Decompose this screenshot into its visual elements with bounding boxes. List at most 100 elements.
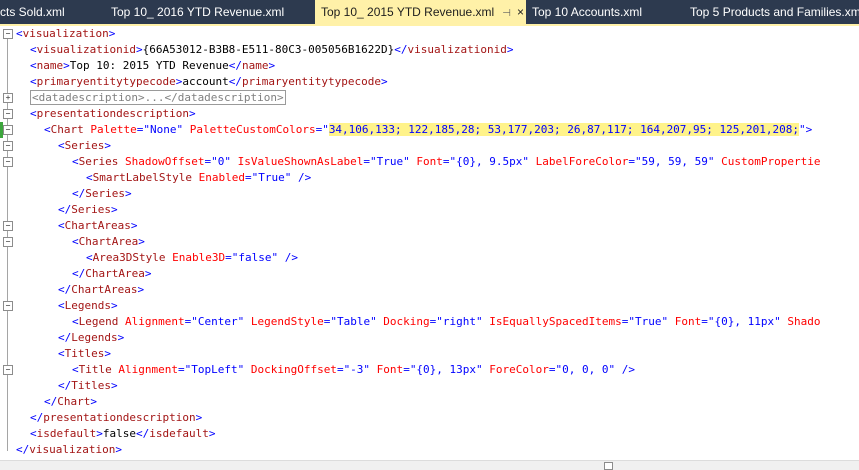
attr-name: CustomPropertie (714, 155, 821, 168)
bracket: > (805, 123, 813, 136)
tag-name: primaryentitytypecode (241, 75, 382, 88)
attr-name: ShadowOffset (118, 155, 205, 168)
bracket: </ (58, 331, 72, 344)
collapse-titles-icon[interactable]: − (3, 365, 13, 375)
pin-icon[interactable]: ⊣ (502, 2, 511, 24)
tag-name: Series (64, 139, 105, 152)
xml-editor[interactable]: − + − − − − − − − − <visualization> <vis… (0, 26, 859, 460)
bracket: < (44, 123, 51, 136)
tab-label: cts Sold.xml (0, 5, 65, 19)
attr-value: "0, 0, 0" (555, 363, 616, 376)
expand-datadescription-icon[interactable]: + (3, 93, 13, 103)
attr-value: "-3" (343, 363, 371, 376)
collapse-visualization-icon[interactable]: − (3, 29, 13, 39)
tag-name: ChartAreas (64, 219, 131, 232)
bracket: </ (16, 443, 30, 456)
attr-name: Alignment (111, 363, 178, 376)
tab-label: Top 10 Accounts.xml (532, 5, 643, 19)
attr-name: Enable3D (165, 251, 226, 264)
bracket: </ (72, 187, 86, 200)
code-line: </Legends> (58, 330, 124, 346)
equals: = (177, 363, 185, 376)
bracket: > (268, 59, 276, 72)
element-value: Top 10: 2015 YTD Revenue (69, 59, 229, 72)
code-line: <SmartLabelStyle Enabled="True" /> (86, 170, 311, 186)
bracket: > (144, 267, 152, 280)
bracket: < (58, 299, 65, 312)
bracket: < (30, 107, 37, 120)
tag-name: Area3DStyle (92, 251, 166, 264)
bracket: > (111, 203, 118, 216)
tag-name: visualization (22, 27, 109, 40)
tag-name: name (241, 59, 269, 72)
bracket: </ (394, 43, 408, 56)
tag-name: ChartArea (78, 235, 139, 248)
code-line: </Chart> (44, 394, 97, 410)
bracket: </ (72, 267, 86, 280)
tab-2016-ytd-revenue[interactable]: Top 10_ 2016 YTD Revenue.xml (111, 0, 284, 24)
highlighted-palette-value: 34,106,133; 122,185,28; 53,177,203; 26,8… (328, 123, 800, 136)
bracket: > (195, 411, 203, 424)
tab-2015-ytd-revenue[interactable]: Top 10_ 2015 YTD Revenue.xml ⊣ × (315, 0, 526, 24)
collapse-series-icon[interactable]: − (3, 141, 13, 151)
code-line: </ChartAreas> (58, 282, 144, 298)
tag-name: SmartLabelStyle (92, 171, 192, 184)
equals: = (225, 251, 232, 264)
tab-top-5-products-families[interactable]: Top 5 Products and Families.xml (690, 0, 859, 24)
bracket: < (86, 171, 93, 184)
tag-name: Title (78, 363, 112, 376)
bracket: </ (58, 379, 72, 392)
collapse-chartarea-icon[interactable]: − (3, 237, 13, 247)
code-line: </Series> (72, 186, 132, 202)
collapse-chart-icon[interactable]: − (3, 125, 13, 135)
bracket: </ (44, 395, 58, 408)
code-line: <Series ShadowOffset = "0" IsValueShownAsL… (72, 154, 820, 170)
code-line: </Series> (58, 202, 118, 218)
quote: " (322, 123, 329, 136)
attr-name: IsValueShownAsLabel (230, 155, 364, 168)
attr-name: Font (668, 315, 702, 328)
element-value: false (102, 427, 136, 440)
bracket: </ (228, 75, 242, 88)
tag-name: Legends (64, 299, 111, 312)
collapse-presentationdescription-icon[interactable]: − (3, 109, 13, 119)
close-icon[interactable]: × (517, 0, 524, 24)
bracket: > (104, 347, 111, 360)
bracket: </ (58, 283, 72, 296)
attr-value: "True" (251, 171, 292, 184)
collapsed-region[interactable]: <datadescription>...</datadescription> (30, 90, 286, 105)
bracket: > (104, 139, 111, 152)
attr-value: "right" (436, 315, 483, 328)
code-line: <Titles> (58, 346, 111, 362)
collapse-chartareas-icon[interactable]: − (3, 221, 13, 231)
bracket: > (188, 107, 196, 120)
code-line: <Legends> (58, 298, 118, 314)
bracket: < (30, 75, 37, 88)
bracket: > (63, 59, 70, 72)
collapse-legends-icon[interactable]: − (3, 301, 13, 311)
attr-value: "false" (231, 251, 279, 264)
code-line: <visualizationid>{66A53012-B3B8-E511-80C… (30, 42, 513, 58)
tag-name: Chart (57, 395, 91, 408)
bracket: > (138, 235, 145, 248)
tag-name: Legends (71, 331, 118, 344)
code-line: <ChartArea> (72, 234, 145, 250)
tab-label: Top 5 Products and Families.xml (690, 5, 859, 19)
code-line: <visualization> (16, 26, 115, 42)
attr-value: "TopLeft" (184, 363, 245, 376)
equals: = (628, 155, 635, 168)
bracket: < (16, 27, 23, 40)
code-line: <Series> (58, 138, 111, 154)
tag-name: Series (71, 203, 111, 216)
tab-products-sold[interactable]: cts Sold.xml (0, 0, 65, 24)
equals: = (548, 363, 556, 376)
bracket: </ (135, 427, 150, 440)
code-line: <presentationdescription> (30, 106, 196, 122)
tag-name: Titles (71, 379, 111, 392)
attr-value: "0" (211, 155, 231, 168)
tab-label: Top 10_ 2016 YTD Revenue.xml (111, 5, 285, 19)
tag-name: isdefault (149, 427, 209, 440)
tab-top-10-accounts[interactable]: Top 10 Accounts.xml (532, 0, 642, 24)
collapse-series-item-icon[interactable]: − (3, 157, 13, 167)
attr-name: IsEquallySpacedItems (482, 315, 622, 328)
